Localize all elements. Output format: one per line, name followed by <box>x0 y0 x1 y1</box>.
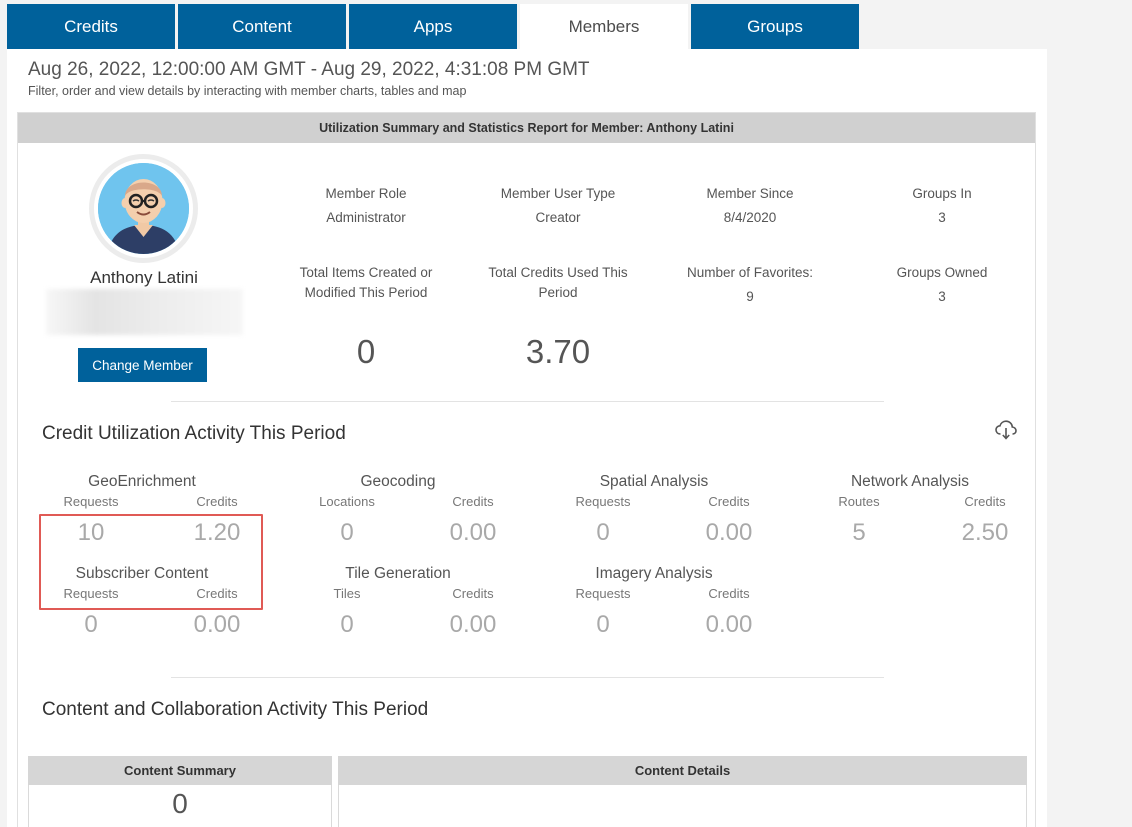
metric-right-label: Credits <box>452 586 494 601</box>
metric-right-label: Credits <box>964 494 1006 509</box>
content-section-title: Content and Collaboration Activity This … <box>42 699 429 720</box>
tab-members[interactable]: Members <box>520 4 688 49</box>
change-member-button[interactable]: Change Member <box>78 348 207 382</box>
avatar-icon <box>98 163 189 254</box>
highlight-box <box>39 514 263 610</box>
metric-right-label: Credits <box>708 586 750 601</box>
network-analysis-metric[interactable]: Network Analysis Routes Credits 5 2.50 <box>797 473 1023 563</box>
credit-section-title: Credit Utilization Activity This Period <box>42 423 346 444</box>
favorites-label: Number of Favorites: <box>686 265 814 280</box>
member-report: Utilization Summary and Statistics Repor… <box>17 112 1036 827</box>
metric-right-value: 0.00 <box>705 611 753 638</box>
instructions-caption: Filter, order and view details by intera… <box>28 84 467 98</box>
member-since-value: 8/4/2020 <box>723 210 777 225</box>
avatar-frame <box>89 154 198 263</box>
favorites-value: 9 <box>746 289 754 304</box>
user-type-value: Creator <box>535 210 581 225</box>
member-role-value: Administrator <box>326 210 406 225</box>
metric-left-label: Requests <box>575 494 631 509</box>
metric-left-value: 0 <box>84 611 98 638</box>
tab-groups[interactable]: Groups <box>691 4 859 49</box>
items-stat-value: 0 <box>356 333 376 370</box>
member-name: Anthony Latini <box>90 268 198 287</box>
date-range: Aug 26, 2022, 12:00:00 AM GMT - Aug 29, … <box>28 59 590 80</box>
metric-right-value: 0.00 <box>449 519 497 546</box>
user-type-stat: Member User Type Creator <box>473 184 643 228</box>
geocoding-metric[interactable]: Geocoding Locations Credits 0 0.00 <box>285 473 511 563</box>
metric-left-value: 0 <box>340 611 354 638</box>
groups-owned-stat: Groups Owned 3 <box>857 263 1027 307</box>
content-summary-value: 0 <box>172 788 188 819</box>
metric-right-value: 0.00 <box>705 519 753 546</box>
metric-right-value: 0.00 <box>193 611 241 638</box>
member-role-stat: Member Role Administrator <box>281 184 451 228</box>
content-details-body <box>338 785 1027 827</box>
metric-right-value: 2.50 <box>961 519 1009 546</box>
items-stat-label: Total Items Created or Modified This Per… <box>299 265 433 300</box>
metric-name: GeoEnrichment <box>88 473 196 490</box>
metric-left-value: 5 <box>852 519 866 546</box>
metric-left-label: Requests <box>575 586 631 601</box>
metric-left-label: Tiles <box>333 586 361 601</box>
metric-left-label: Locations <box>319 494 375 509</box>
metric-name: Imagery Analysis <box>595 565 713 582</box>
groups-owned-value: 3 <box>938 289 946 304</box>
metric-left-value: 0 <box>340 519 354 546</box>
content-details-header: Content Details <box>338 756 1027 785</box>
divider <box>171 677 884 678</box>
metric-name: Geocoding <box>360 473 436 490</box>
metric-right-label: Credits <box>708 494 750 509</box>
cloud-download-icon[interactable] <box>994 418 1018 442</box>
metric-right-label: Credits <box>196 494 238 509</box>
metric-left-label: Requests <box>63 494 119 509</box>
metric-left-value: 0 <box>596 519 610 546</box>
groups-in-value: 3 <box>938 210 946 225</box>
member-role-label: Member Role <box>325 186 407 201</box>
credits-stat-value: 3.70 <box>525 333 591 370</box>
imagery-analysis-metric[interactable]: Imagery Analysis Requests Credits 0 0.00 <box>541 565 767 655</box>
tile-generation-metric[interactable]: Tile Generation Tiles Credits 0 0.00 <box>285 565 511 655</box>
tab-content[interactable]: Content <box>178 4 346 49</box>
metric-right-value: 0.00 <box>449 611 497 638</box>
tab-apps[interactable]: Apps <box>349 4 517 49</box>
metric-left-label: Routes <box>838 494 880 509</box>
groups-in-label: Groups In <box>912 186 972 201</box>
redacted-email <box>46 289 243 335</box>
spatial-analysis-metric[interactable]: Spatial Analysis Requests Credits 0 0.00 <box>541 473 767 563</box>
content-summary-header: Content Summary <box>28 756 332 785</box>
metric-left-value: 0 <box>596 611 610 638</box>
tab-credits[interactable]: Credits <box>7 4 175 49</box>
favorites-stat: Number of Favorites: 9 <box>665 263 835 307</box>
members-panel: Aug 26, 2022, 12:00:00 AM GMT - Aug 29, … <box>7 49 1047 827</box>
member-since-label: Member Since <box>706 186 794 201</box>
metric-name: Spatial Analysis <box>599 473 709 490</box>
metric-right-label: Credits <box>452 494 494 509</box>
groups-owned-label: Groups Owned <box>896 265 988 280</box>
tab-bar: Credits Content Apps Members Groups <box>7 4 859 49</box>
groups-in-stat: Groups In 3 <box>857 184 1027 228</box>
report-title: Utilization Summary and Statistics Repor… <box>18 113 1035 143</box>
member-since-stat: Member Since 8/4/2020 <box>665 184 835 228</box>
divider <box>171 401 884 402</box>
metric-name: Network Analysis <box>850 473 969 490</box>
metric-name: Tile Generation <box>345 565 451 582</box>
user-type-label: Member User Type <box>500 186 616 201</box>
credits-stat-label: Total Credits Used This Period <box>488 265 628 300</box>
